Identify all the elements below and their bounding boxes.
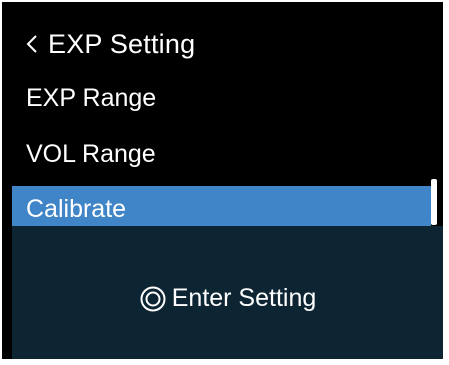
scrollbar[interactable] [431,179,437,225]
page-title: EXP Setting [48,28,196,59]
enter-setting-label: Enter Setting [171,284,317,312]
menu-item-label: VOL Range [26,139,156,168]
device-screen: EXP Setting EXP Range VOL Range Calibrat… [2,2,443,359]
page-header[interactable]: EXP Setting [26,24,195,64]
knob-press-icon [140,286,166,312]
menu-item-vol-range[interactable]: VOL Range [2,126,443,182]
menu-item-label: Calibrate [26,194,127,223]
menu-item-label: EXP Range [26,83,157,112]
settings-menu: EXP Range VOL Range Calibrate [2,70,443,232]
hint-panel: Enter Setting [12,226,443,359]
chevron-left-icon[interactable] [26,34,38,54]
enter-setting-hint: Enter Setting [140,284,317,313]
menu-item-exp-range[interactable]: EXP Range [2,70,443,126]
